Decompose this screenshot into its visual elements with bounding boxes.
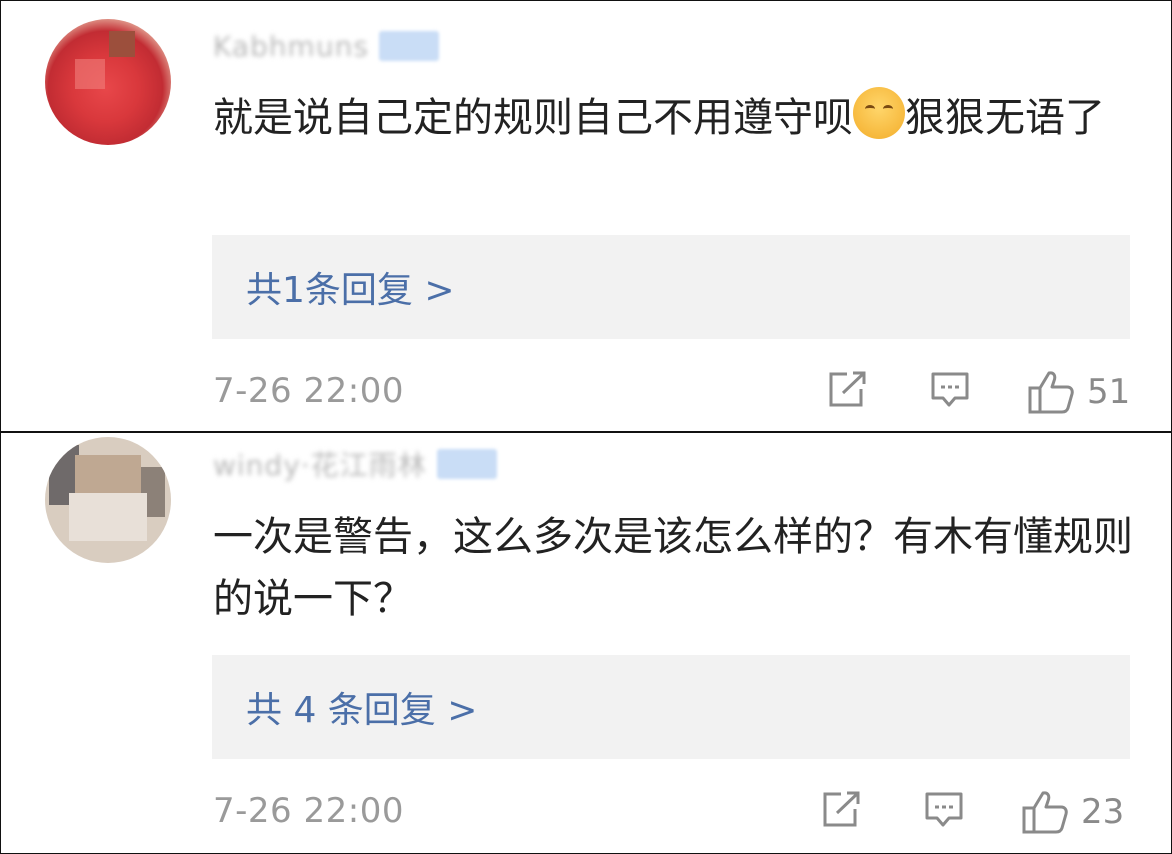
like-count: 23 [1081,792,1125,832]
share-icon [829,371,866,407]
comment-item: Kabhmuns 就是说自己定的规则自己不用遵守呗 狠狠无语了 共1条回复 > 7… [1,1,1171,433]
comment-text-part: 就是说自己定的规则自己不用遵守呗 [213,95,853,141]
user-badge-icon [436,449,497,479]
comment-footer: 7-26 22:00 23 [213,785,1133,835]
user-row: windy·花江雨林 [213,449,497,482]
like-count: 51 [1087,372,1131,412]
timestamp: 7-26 22:00 [213,371,404,411]
like-button[interactable]: 51 [1027,369,1130,415]
comment-footer: 7-26 22:00 51 [213,365,1133,415]
share-button[interactable] [821,789,863,829]
share-button[interactable] [827,369,869,409]
hugging-face-icon [853,87,905,139]
replies-label: 共1条回复 > [246,270,455,311]
comment-text-part: 狠狠无语了 [905,95,1105,141]
avatar[interactable] [45,19,171,145]
thumbs-up-icon [1022,791,1068,834]
share-icon [823,791,860,827]
comment-icon [925,792,963,827]
thumbs-up-icon [1028,371,1074,414]
comment-icon [931,372,969,407]
like-button[interactable]: 23 [1021,789,1124,835]
comment-button[interactable] [923,789,965,831]
user-row: Kabhmuns [213,30,439,63]
avatar[interactable] [45,437,171,563]
username[interactable]: windy·花江雨林 [213,444,427,484]
view-replies-button[interactable]: 共 4 条回复 > [212,655,1130,759]
comment-list: Kabhmuns 就是说自己定的规则自己不用遵守呗 狠狠无语了 共1条回复 > 7… [0,0,1172,854]
replies-label: 共 4 条回复 > [246,690,478,731]
comment-button[interactable] [929,369,971,411]
comment-item: windy·花江雨林 一次是警告，这么多次是该怎么样的？有木有懂规则的说一下？ … [1,433,1171,854]
user-badge-icon [378,31,439,61]
timestamp: 7-26 22:00 [213,791,404,831]
comment-text: 就是说自己定的规则自己不用遵守呗 狠狠无语了 [213,87,1133,149]
username[interactable]: Kabhmuns [213,30,369,63]
comment-text: 一次是警告，这么多次是该怎么样的？有木有懂规则的说一下？ [213,514,1133,622]
view-replies-button[interactable]: 共1条回复 > [212,235,1130,339]
